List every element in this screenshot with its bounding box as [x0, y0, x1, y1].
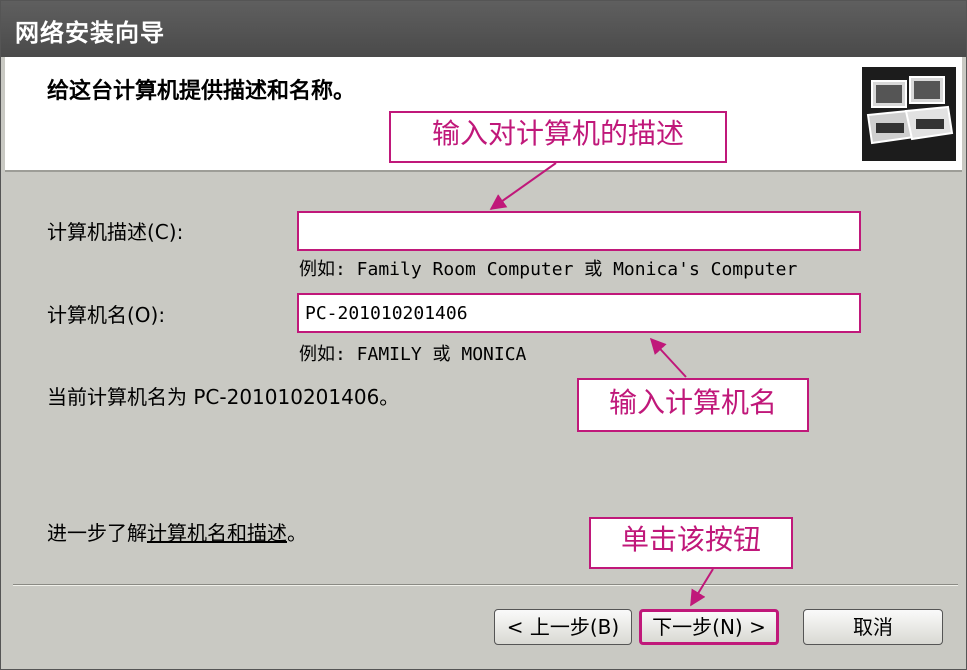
next-arrow [690, 568, 714, 607]
name-arrow [649, 337, 687, 378]
next-callout: 单击该按钮 [589, 517, 793, 569]
description-arrow [489, 162, 557, 210]
annotation-arrows [489, 162, 714, 607]
description-callout: 输入对计算机的描述 [389, 111, 727, 163]
wizard-window: 网络安装向导 给这台计算机提供描述和名称。 计算机描述(C): 例如: Fami… [0, 0, 967, 670]
name-callout: 输入计算机名 [577, 378, 809, 432]
